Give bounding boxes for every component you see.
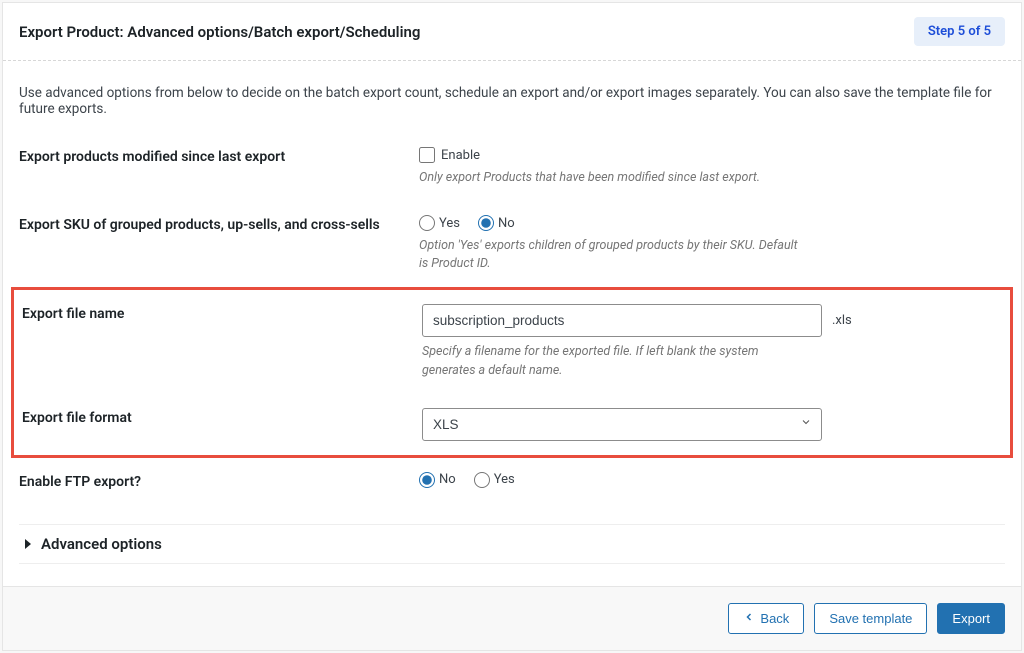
form-area: Export products modified since last expo… xyxy=(3,125,1021,504)
highlight-box: Export file name .xls Specify a filename… xyxy=(11,287,1013,457)
panel-header: Export Product: Advanced options/Batch e… xyxy=(3,3,1021,61)
caret-right-icon xyxy=(25,539,31,549)
export-button[interactable]: Export xyxy=(937,603,1005,634)
help-sku-grouped: Option 'Yes' exports children of grouped… xyxy=(419,237,809,273)
ftp-no-radio[interactable] xyxy=(419,472,435,488)
label-filename: Export file name xyxy=(22,304,422,322)
back-button[interactable]: Back xyxy=(728,603,804,634)
page-title: Export Product: Advanced options/Batch e… xyxy=(19,23,420,41)
row-format: Export file format XLS xyxy=(22,394,1002,455)
help-filename: Specify a filename for the exported file… xyxy=(422,343,812,379)
filename-input[interactable] xyxy=(422,304,822,337)
sku-yes-radio[interactable] xyxy=(419,215,435,231)
sku-yes-label: Yes xyxy=(439,216,460,231)
label-sku-grouped: Export SKU of grouped products, up-sells… xyxy=(19,215,419,233)
label-modified-since: Export products modified since last expo… xyxy=(19,147,419,165)
advanced-options-label: Advanced options xyxy=(41,535,162,553)
export-button-label: Export xyxy=(952,611,990,626)
row-sku-grouped: Export SKU of grouped products, up-sells… xyxy=(19,201,1005,287)
footer: Back Save template Export xyxy=(3,586,1021,650)
label-ftp: Enable FTP export? xyxy=(19,472,419,490)
save-template-button[interactable]: Save template xyxy=(814,603,927,634)
step-badge: Step 5 of 5 xyxy=(914,17,1005,46)
row-ftp: Enable FTP export? No Yes xyxy=(19,458,1005,504)
ftp-yes-label: Yes xyxy=(494,472,515,487)
row-filename: Export file name .xls Specify a filename… xyxy=(22,290,1002,393)
filename-extension: .xls xyxy=(832,313,852,328)
ftp-no-label: No xyxy=(439,472,456,487)
save-template-label: Save template xyxy=(829,611,912,626)
enable-modified-checkbox[interactable] xyxy=(419,147,435,163)
intro-text: Use advanced options from below to decid… xyxy=(3,61,1021,125)
help-modified-since: Only export Products that have been modi… xyxy=(419,169,809,187)
ftp-yes-radio[interactable] xyxy=(474,472,490,488)
back-button-label: Back xyxy=(760,611,789,626)
chevron-left-icon xyxy=(743,611,755,626)
enable-modified-label: Enable xyxy=(441,148,480,163)
row-modified-since: Export products modified since last expo… xyxy=(19,133,1005,201)
advanced-options-toggle[interactable]: Advanced options xyxy=(19,524,1005,564)
export-panel: Export Product: Advanced options/Batch e… xyxy=(2,2,1022,651)
format-select[interactable]: XLS xyxy=(422,408,822,441)
sku-no-label: No xyxy=(498,216,515,231)
sku-no-radio[interactable] xyxy=(478,215,494,231)
label-format: Export file format xyxy=(22,408,422,426)
